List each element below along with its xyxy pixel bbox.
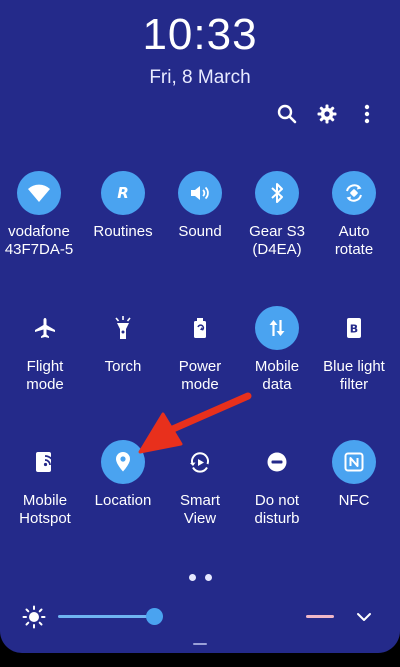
tile-label: Blue light filter <box>323 358 385 393</box>
mobile-data-icon <box>269 320 285 336</box>
do-not-disturb-icon <box>267 452 287 472</box>
tiles-row-1: vodafone 43F7DA-5 R Routines Sound Gear … <box>0 171 400 291</box>
tiles-row-2: Flight mode Torch Power mode Mobile data… <box>0 306 400 426</box>
notification-indicator <box>306 615 334 618</box>
brightness-slider-track[interactable] <box>58 615 154 618</box>
tile-label: Power mode <box>178 358 222 393</box>
page-dot-2[interactable] <box>204 574 212 581</box>
tile-sound[interactable]: Sound <box>160 171 240 241</box>
nfc-icon <box>344 452 364 472</box>
tile-label: Mobile Hotspot <box>19 492 71 527</box>
tile-label: Gear S3 (D4EA) <box>249 223 305 258</box>
settings-button[interactable] <box>316 103 338 125</box>
gear-icon <box>317 104 337 124</box>
tile-torch[interactable]: Torch <box>83 306 163 376</box>
sound-icon <box>191 186 209 200</box>
more-options-button[interactable] <box>356 103 378 125</box>
tile-mobile-hotspot[interactable]: Mobile Hotspot <box>5 440 85 528</box>
airplane-icon <box>35 318 55 338</box>
hotspot-icon <box>36 452 55 472</box>
tile-label: Location <box>94 492 152 509</box>
tile-label: Mobile data <box>254 358 300 393</box>
brightness-control <box>22 603 378 631</box>
tile-smart-view[interactable]: Smart View <box>160 440 240 528</box>
brightness-slider-thumb[interactable] <box>146 608 163 625</box>
tile-label: Sound <box>178 223 222 240</box>
drag-handle[interactable] <box>193 643 207 645</box>
tile-label: Do not disturb <box>254 492 300 527</box>
brightness-sun-icon <box>22 605 46 629</box>
blue-light-icon: B <box>347 318 361 338</box>
battery-icon <box>194 318 206 338</box>
tile-blue-light-filter[interactable]: B Blue light filter <box>314 306 394 394</box>
tile-power-mode[interactable]: Power mode <box>160 306 240 394</box>
tile-bluetooth[interactable]: Gear S3 (D4EA) <box>237 171 317 259</box>
tile-flight-mode[interactable]: Flight mode <box>5 306 85 394</box>
tile-auto-rotate[interactable]: Auto rotate <box>314 171 394 259</box>
tiles-row-3: Mobile Hotspot Location Smart View Do no… <box>0 440 400 560</box>
quick-settings-panel: 10:33 Fri, 8 March vodafone 43F7DA-5 R R… <box>0 0 400 653</box>
search-button[interactable] <box>276 103 298 125</box>
bluetooth-icon <box>271 183 283 203</box>
clock: 10:33 <box>142 10 258 59</box>
tile-label: Smart View <box>179 492 220 527</box>
tile-location[interactable]: Location <box>83 440 163 510</box>
tile-do-not-disturb[interactable]: Do not disturb <box>237 440 317 528</box>
date: Fri, 8 March <box>149 67 251 88</box>
more-vertical-icon <box>364 104 370 124</box>
search-icon <box>277 104 297 124</box>
top-actions <box>276 103 378 125</box>
tile-nfc[interactable]: NFC <box>314 440 394 510</box>
svg-text:B: B <box>350 323 358 336</box>
tile-label: vodafone 43F7DA-5 <box>4 223 74 258</box>
torch-icon <box>115 316 131 339</box>
chevron-down-icon[interactable] <box>354 607 374 627</box>
tile-label: NFC <box>338 492 370 509</box>
tile-wifi[interactable]: vodafone 43F7DA-5 <box>0 171 79 259</box>
page-dot-1[interactable] <box>188 574 196 581</box>
page-indicator <box>0 574 400 581</box>
location-pin-icon <box>116 452 130 472</box>
routines-icon: R <box>117 184 129 202</box>
tile-label: Torch <box>104 358 142 375</box>
tile-routines[interactable]: R Routines <box>83 171 163 241</box>
tile-label: Auto rotate <box>334 223 374 258</box>
tile-mobile-data[interactable]: Mobile data <box>237 306 317 394</box>
wifi-icon <box>28 184 50 202</box>
tile-label: Flight mode <box>26 358 64 393</box>
smart-view-icon <box>190 452 209 473</box>
tile-label: Routines <box>93 223 153 240</box>
auto-rotate-icon <box>346 184 362 202</box>
svg-text:R: R <box>117 184 129 202</box>
